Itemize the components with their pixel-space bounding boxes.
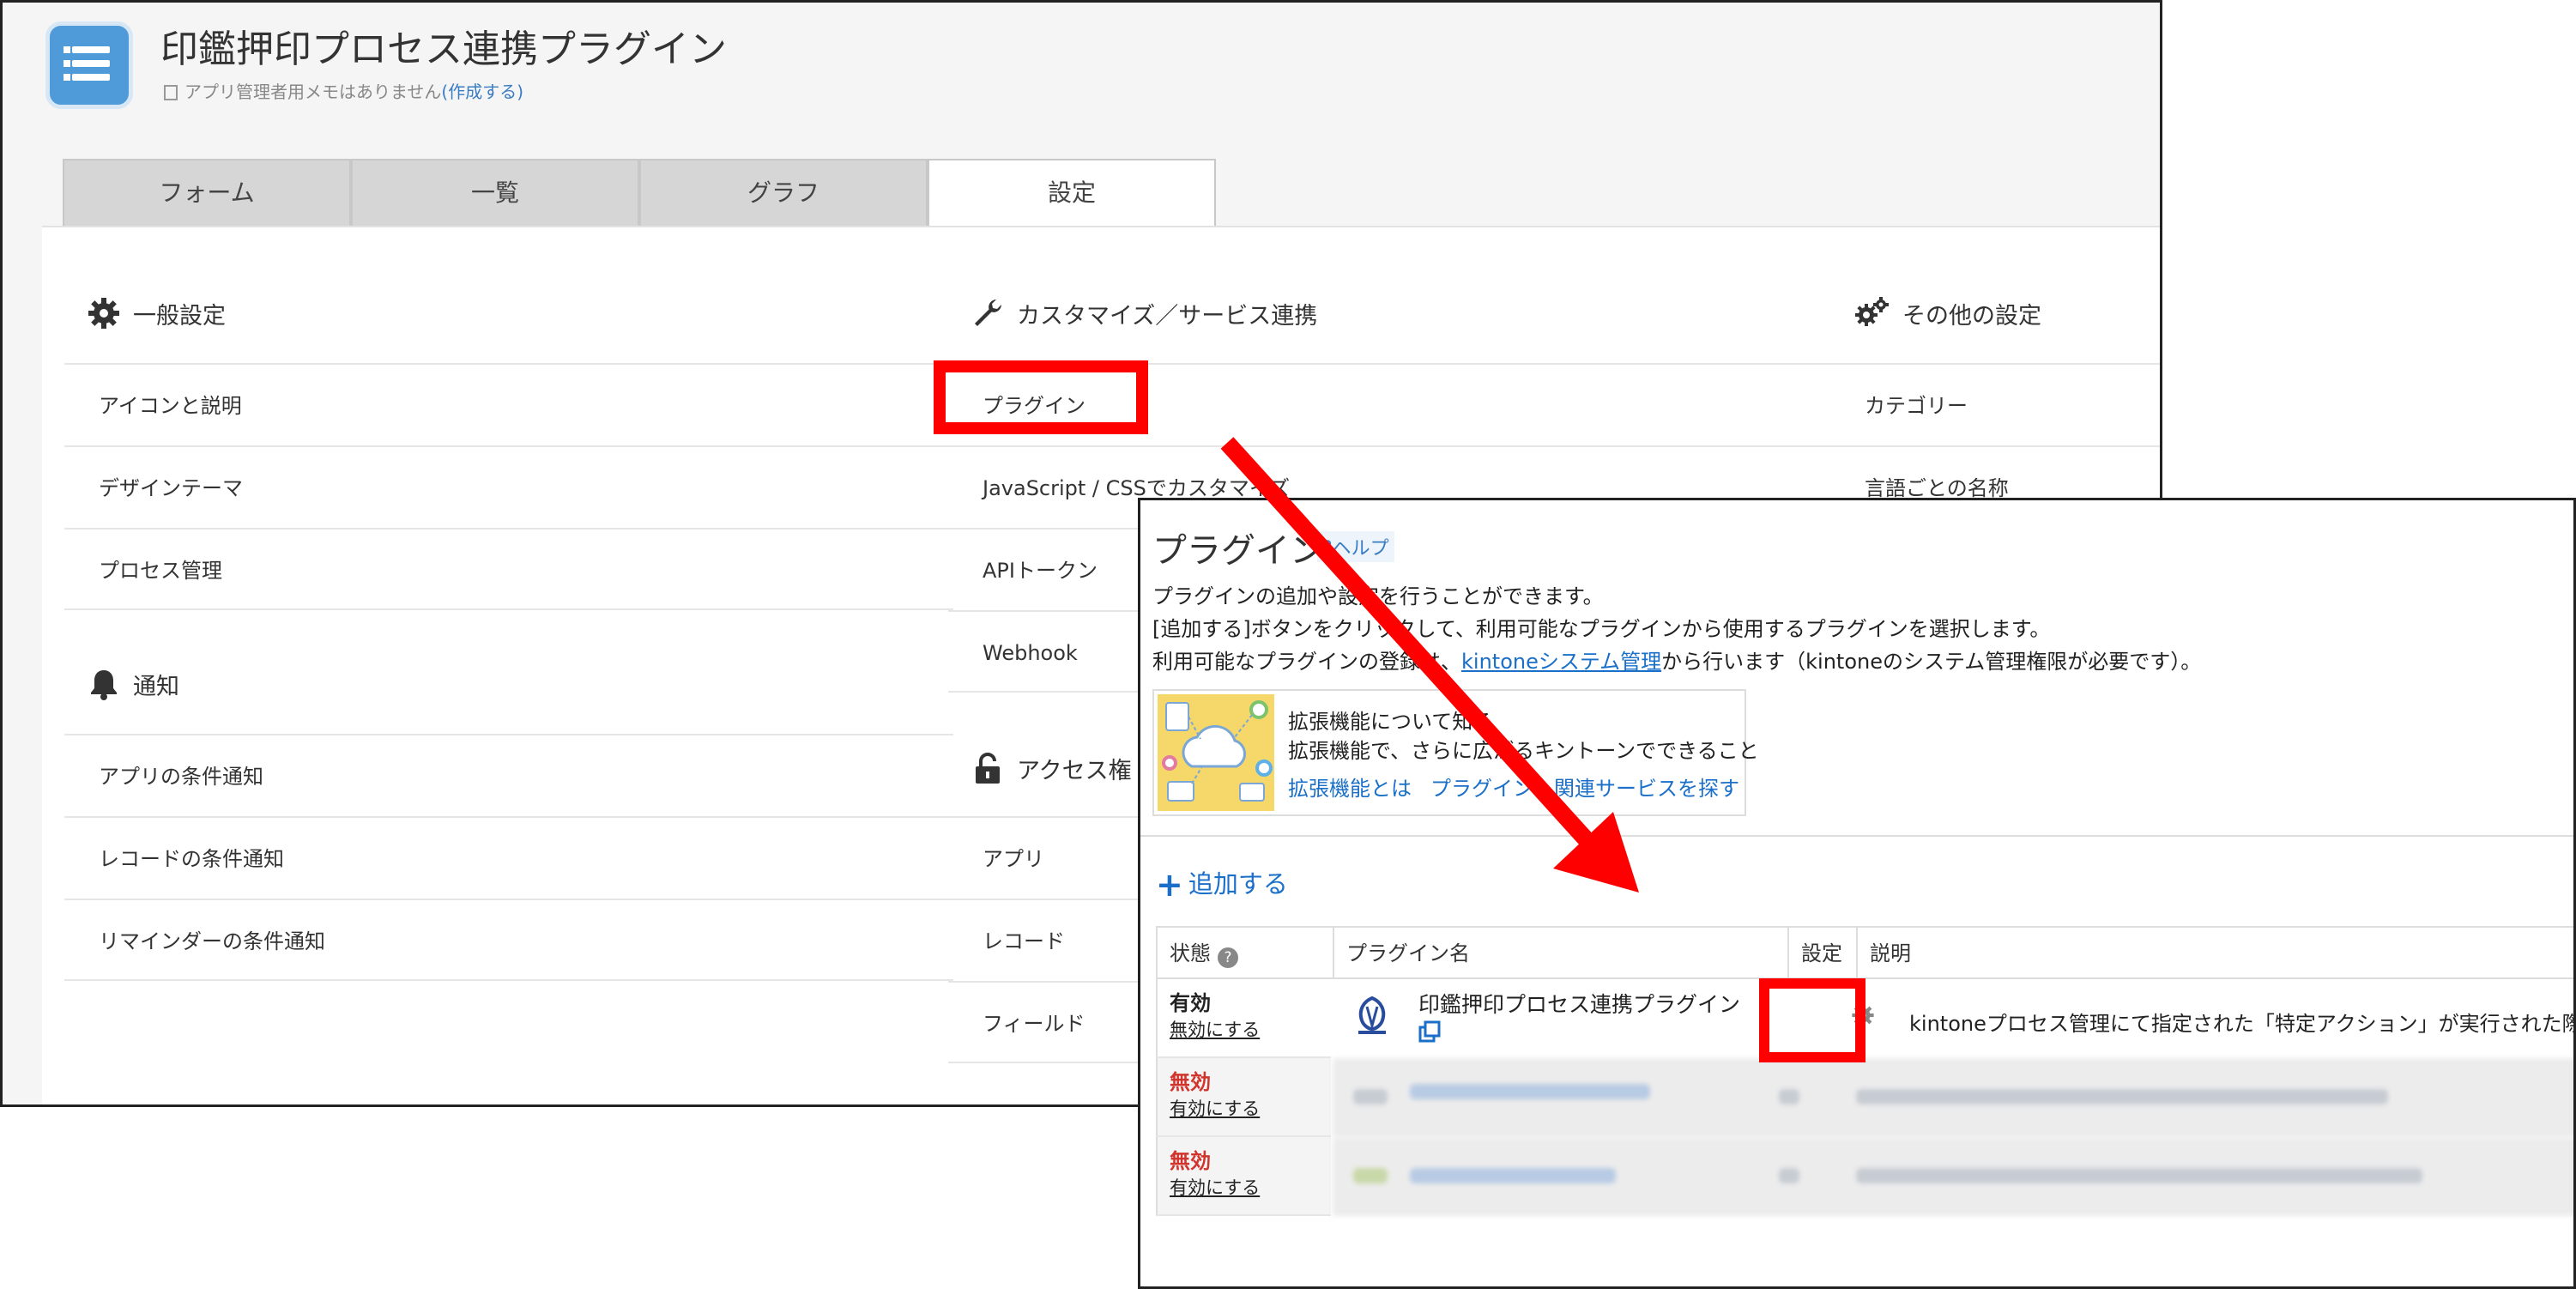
bell-icon	[91, 670, 117, 700]
app-title: 印鑑押印プロセス連携プラグイン	[160, 27, 727, 71]
col-description-header: 説明	[1856, 926, 2573, 979]
settings-item-category[interactable]: カテゴリー	[1830, 363, 2160, 445]
app-list-icon	[45, 21, 133, 109]
disable-link[interactable]: 無効にする	[1170, 1016, 1331, 1042]
tab-form[interactable]: フォーム	[63, 159, 351, 227]
memo-text: アプリ管理者用メモはありません	[184, 82, 442, 102]
plugin-description: kintoneプロセス管理にて指定された「特定アクション」が実行された際に、	[1909, 1012, 2576, 1036]
plugin-desc-line-3-post: から行います（kintoneのシステム管理権限が必要です）。	[1661, 650, 2202, 674]
wrench-icon	[975, 300, 1001, 326]
other-settings-header: その他の設定	[1853, 296, 2041, 330]
memo-create-link[interactable]: (作成する)	[441, 82, 523, 102]
plugin-link-highlight	[934, 360, 1148, 434]
table-row-status: 無効 有効にする	[1156, 1058, 1331, 1137]
notification-header: 通知	[87, 667, 179, 701]
unlock-icon	[976, 753, 1000, 784]
access-header: アクセス権	[971, 751, 1132, 785]
gear-icon	[88, 298, 119, 329]
gear-highlight	[1759, 978, 1865, 1062]
settings-item-design-theme[interactable]: デザインテーマ	[64, 445, 953, 528]
table-row-status: 有効 無効にする	[1156, 979, 1331, 1058]
tab-graph[interactable]: グラフ	[639, 159, 928, 227]
customize-title: カスタマイズ／サービス連携	[1017, 302, 1318, 330]
status-disabled: 無効	[1170, 1070, 1211, 1094]
settings-item-process-management[interactable]: プロセス管理	[64, 528, 953, 610]
blurred-plugin-row	[1333, 1137, 2573, 1216]
settings-item-icon-description[interactable]: アイコンと説明	[64, 363, 953, 445]
blurred-plugin-row	[1333, 1058, 2573, 1137]
general-settings-title: 一般設定	[133, 302, 226, 330]
customize-header: カスタマイズ／サービス連携	[971, 296, 1317, 330]
col-status-header: 状態?	[1156, 926, 1333, 979]
status-enabled: 有効	[1170, 991, 1211, 1015]
col-settings-header: 設定	[1787, 926, 1856, 979]
general-settings-header: 一般設定	[87, 296, 226, 330]
settings-item-record-notification[interactable]: レコードの条件通知	[64, 816, 953, 899]
col-status-label: 状態	[1170, 941, 1211, 965]
status-disabled: 無効	[1170, 1149, 1211, 1173]
tab-list[interactable]: 一覧	[351, 159, 639, 227]
question-icon[interactable]: ?	[1218, 947, 1238, 968]
open-window-icon[interactable]	[1418, 1020, 1441, 1043]
app-memo: アプリ管理者用メモはありません(作成する)	[164, 78, 523, 103]
access-title: アクセス権	[1017, 757, 1132, 784]
settings-item-app-notification[interactable]: アプリの条件通知	[64, 734, 953, 816]
enable-link[interactable]: 有効にする	[1170, 1174, 1331, 1200]
plugin-logo-icon	[1358, 995, 1386, 1034]
notification-title: 通知	[133, 673, 179, 700]
table-row-status: 無効 有効にする	[1156, 1137, 1331, 1216]
col-name-header: プラグイン名	[1333, 926, 1787, 979]
other-settings-title: その他の設定	[1902, 302, 2041, 330]
enable-link[interactable]: 有効にする	[1170, 1095, 1331, 1121]
plugin-name: 印鑑押印プロセス連携プラグイン	[1418, 992, 1741, 1017]
gears-icon	[1855, 297, 1889, 326]
plus-icon: +	[1156, 866, 1183, 904]
settings-item-reminder-notification[interactable]: リマインダーの条件通知	[64, 899, 953, 981]
tab-settings[interactable]: 設定	[928, 159, 1216, 231]
memo-edit-icon	[164, 85, 178, 100]
red-arrow	[1220, 437, 1639, 893]
